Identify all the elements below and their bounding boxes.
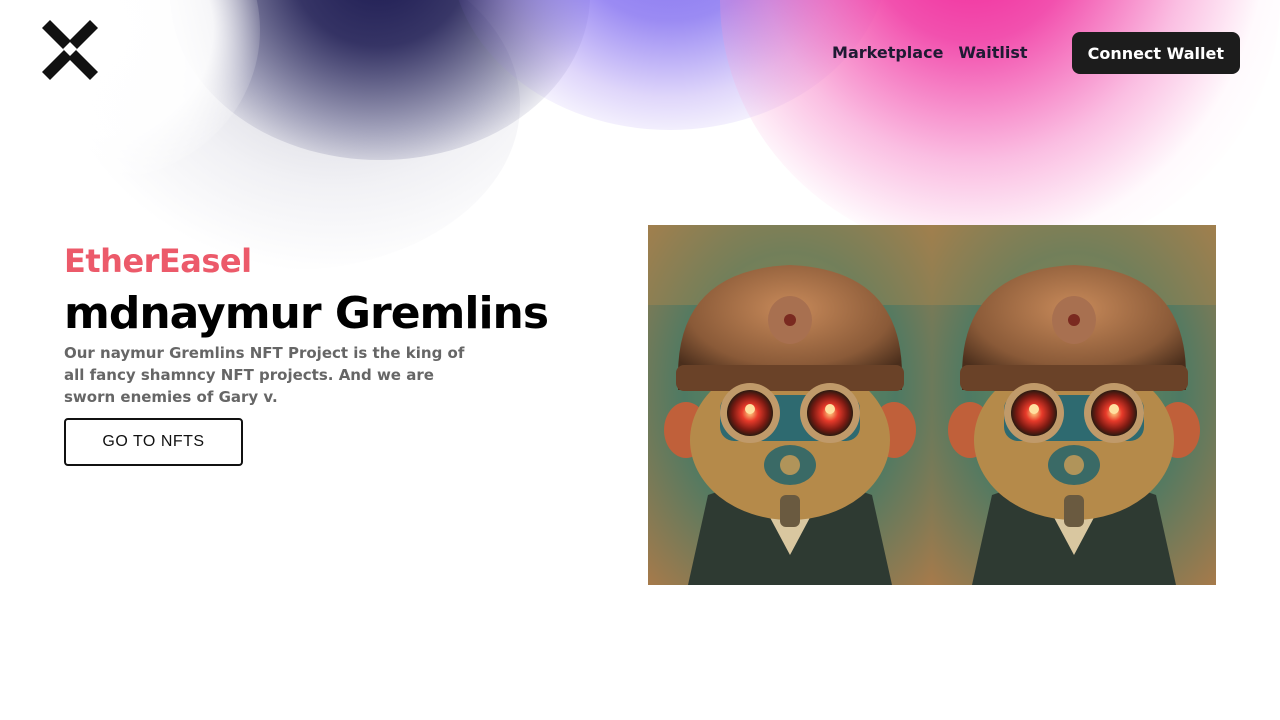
connect-wallet-button[interactable]: Connect Wallet — [1071, 32, 1240, 74]
nav-link-marketplace[interactable]: Marketplace — [832, 32, 943, 74]
nav-link-waitlist[interactable]: Waitlist — [958, 32, 1027, 74]
nft-gallery — [648, 225, 1216, 585]
brand-name: EtherEasel — [64, 242, 252, 280]
hero-title: mdnaymur Gremlins — [64, 288, 549, 339]
hero-section: EtherEasel mdnaymur Gremlins Our naymur … — [64, 240, 624, 466]
background-gradient-navy — [170, 0, 590, 160]
background-gradient-white — [0, 0, 260, 180]
logo-icon[interactable] — [40, 20, 100, 80]
background-gradient-purple — [450, 0, 890, 130]
hero-description: Our naymur Gremlins NFT Project is the k… — [64, 344, 465, 406]
go-to-nfts-button[interactable]: GO TO NFTS — [64, 418, 243, 466]
robot-portrait-icon — [932, 225, 1216, 585]
robot-portrait-icon — [648, 225, 932, 585]
background-gradient-grey — [60, 0, 520, 270]
nft-image[interactable] — [932, 225, 1216, 585]
nft-image[interactable] — [648, 225, 932, 585]
top-nav: Marketplace Waitlist Connect Wallet — [832, 32, 1240, 74]
